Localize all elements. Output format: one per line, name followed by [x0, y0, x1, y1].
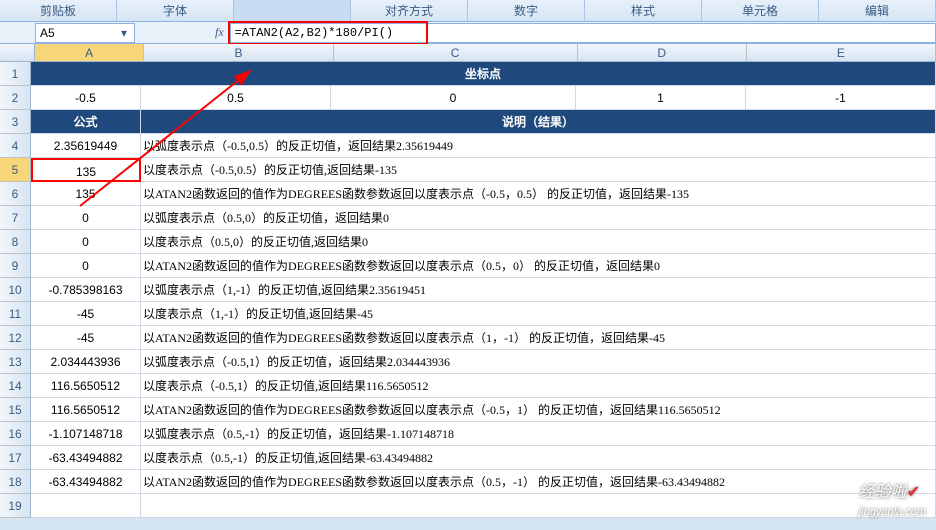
formula-text: =ATAN2(A2,B2)*180/PI()	[235, 26, 393, 40]
ribbon-tab-clipboard[interactable]: 剪贴板	[0, 0, 117, 21]
cell-15-B[interactable]: 以ATAN2函数返回的值作为DEGREES函数参数返回以度表示点（-0.5，1）…	[141, 398, 936, 422]
cell-15-A[interactable]: 116.5650512	[31, 398, 141, 422]
cell-18-B[interactable]: 以ATAN2函数返回的值作为DEGREES函数参数返回以度表示点（0.5，-1）…	[141, 470, 936, 494]
row-header-3[interactable]: 3	[0, 110, 31, 134]
row-header-6[interactable]: 6	[0, 182, 31, 206]
cell-2-C[interactable]: 0	[331, 86, 576, 110]
formula-area: fx =ATAN2(A2,B2)*180/PI()	[145, 23, 936, 43]
row-header-14[interactable]: 14	[0, 374, 31, 398]
cell-13-B[interactable]: 以弧度表示点（-0.5,1）的反正切值，返回结果2.034443936	[141, 350, 936, 374]
column-headers: A B C D E	[0, 44, 936, 62]
cell-5-B[interactable]: 以度表示点（-0.5,0.5）的反正切值,返回结果-135	[141, 158, 936, 182]
cell-16-A[interactable]: -1.107148718	[31, 422, 141, 446]
col-header-d[interactable]: D	[578, 44, 747, 61]
row-header-16[interactable]: 16	[0, 422, 31, 446]
cell-4-B[interactable]: 以弧度表示点（-0.5,0.5）的反正切值，返回结果2.35619449	[141, 134, 936, 158]
ribbon-tab-alignment[interactable]: 对齐方式	[351, 0, 468, 21]
row-header-11[interactable]: 11	[0, 302, 31, 326]
col-header-b[interactable]: B	[144, 44, 333, 61]
ribbon-tabs: 剪贴板 字体 对齐方式 数字 样式 单元格 编辑	[0, 0, 936, 22]
cell-17-B[interactable]: 以度表示点（0.5,-1）的反正切值,返回结果-63.43494882	[141, 446, 936, 470]
cell-10-A[interactable]: -0.785398163	[31, 278, 141, 302]
cells: 坐标点-0.50.501-1公式说明（结果）2.35619449以弧度表示点（-…	[31, 62, 936, 518]
header-coord[interactable]: 坐标点	[31, 62, 936, 86]
cell-16-B[interactable]: 以弧度表示点（0.5,-1）的反正切值，返回结果-1.107148718	[141, 422, 936, 446]
cell-6-B[interactable]: 以ATAN2函数返回的值作为DEGREES函数参数返回以度表示点（-0.5，0.…	[141, 182, 936, 206]
row-header-7[interactable]: 7	[0, 206, 31, 230]
row-header-17[interactable]: 17	[0, 446, 31, 470]
row-header-15[interactable]: 15	[0, 398, 31, 422]
ribbon-tab-editing[interactable]: 编辑	[819, 0, 936, 21]
header-formula[interactable]: 公式	[31, 110, 141, 134]
cell-10-B[interactable]: 以弧度表示点（1,-1）的反正切值,返回结果2.35619451	[141, 278, 936, 302]
cell-11-B[interactable]: 以度表示点（1,-1）的反正切值,返回结果-45	[141, 302, 936, 326]
cell-19-A[interactable]	[31, 494, 141, 518]
name-box-value: A5	[40, 26, 118, 40]
cell-14-B[interactable]: 以度表示点（-0.5,1）的反正切值,返回结果116.5650512	[141, 374, 936, 398]
select-all-corner[interactable]	[0, 44, 35, 61]
cell-8-B[interactable]: 以度表示点（0.5,0）的反正切值,返回结果0	[141, 230, 936, 254]
cell-2-B[interactable]: 0.5	[141, 86, 331, 110]
col-header-c[interactable]: C	[334, 44, 578, 61]
cell-7-A[interactable]: 0	[31, 206, 141, 230]
cell-19-B[interactable]	[141, 494, 936, 518]
cell-13-A[interactable]: 2.034443936	[31, 350, 141, 374]
fx-icon[interactable]: fx	[215, 25, 224, 40]
row-headers: 12345678910111213141516171819	[0, 62, 31, 518]
grid: 12345678910111213141516171819 坐标点-0.50.5…	[0, 62, 936, 518]
cell-5-A[interactable]: 135	[31, 158, 141, 182]
ribbon-tab-styles[interactable]: 样式	[585, 0, 702, 21]
cell-8-A[interactable]: 0	[31, 230, 141, 254]
cell-14-A[interactable]: 116.5650512	[31, 374, 141, 398]
col-header-e[interactable]: E	[747, 44, 936, 61]
cell-6-A[interactable]: 135	[31, 182, 141, 206]
spreadsheet: A B C D E 12345678910111213141516171819 …	[0, 44, 936, 518]
cell-9-A[interactable]: 0	[31, 254, 141, 278]
header-desc[interactable]: 说明（结果）	[141, 110, 936, 134]
cell-2-E[interactable]: -1	[746, 86, 936, 110]
cell-4-A[interactable]: 2.35619449	[31, 134, 141, 158]
cell-12-B[interactable]: 以ATAN2函数返回的值作为DEGREES函数参数返回以度表示点（1，-1） 的…	[141, 326, 936, 350]
row-header-2[interactable]: 2	[0, 86, 31, 110]
cell-2-D[interactable]: 1	[576, 86, 746, 110]
row-header-19[interactable]: 19	[0, 494, 31, 518]
ribbon-tab-cells[interactable]: 单元格	[702, 0, 819, 21]
cell-12-A[interactable]: -45	[31, 326, 141, 350]
row-header-4[interactable]: 4	[0, 134, 31, 158]
row-header-12[interactable]: 12	[0, 326, 31, 350]
row-header-10[interactable]: 10	[0, 278, 31, 302]
ribbon-tab-number[interactable]: 数字	[468, 0, 585, 21]
row-header-9[interactable]: 9	[0, 254, 31, 278]
cell-7-B[interactable]: 以弧度表示点（0.5,0）的反正切值，返回结果0	[141, 206, 936, 230]
name-box[interactable]: A5 ▾	[35, 23, 135, 43]
cell-11-A[interactable]: -45	[31, 302, 141, 326]
formula-row: A5 ▾ fx =ATAN2(A2,B2)*180/PI()	[0, 22, 936, 44]
cell-18-A[interactable]: -63.43494882	[31, 470, 141, 494]
name-box-dropdown-icon[interactable]: ▾	[118, 26, 130, 40]
row-header-18[interactable]: 18	[0, 470, 31, 494]
cell-2-A[interactable]: -0.5	[31, 86, 141, 110]
col-header-a[interactable]: A	[35, 44, 145, 61]
cell-17-A[interactable]: -63.43494882	[31, 446, 141, 470]
row-header-8[interactable]: 8	[0, 230, 31, 254]
cell-9-B[interactable]: 以ATAN2函数返回的值作为DEGREES函数参数返回以度表示点（0.5，0） …	[141, 254, 936, 278]
row-header-5[interactable]: 5	[0, 158, 31, 182]
row-header-1[interactable]: 1	[0, 62, 31, 86]
formula-bar[interactable]: =ATAN2(A2,B2)*180/PI()	[230, 23, 936, 43]
ribbon-tab-font[interactable]: 字体	[117, 0, 234, 21]
ribbon-tab-empty[interactable]	[234, 0, 351, 21]
row-header-13[interactable]: 13	[0, 350, 31, 374]
